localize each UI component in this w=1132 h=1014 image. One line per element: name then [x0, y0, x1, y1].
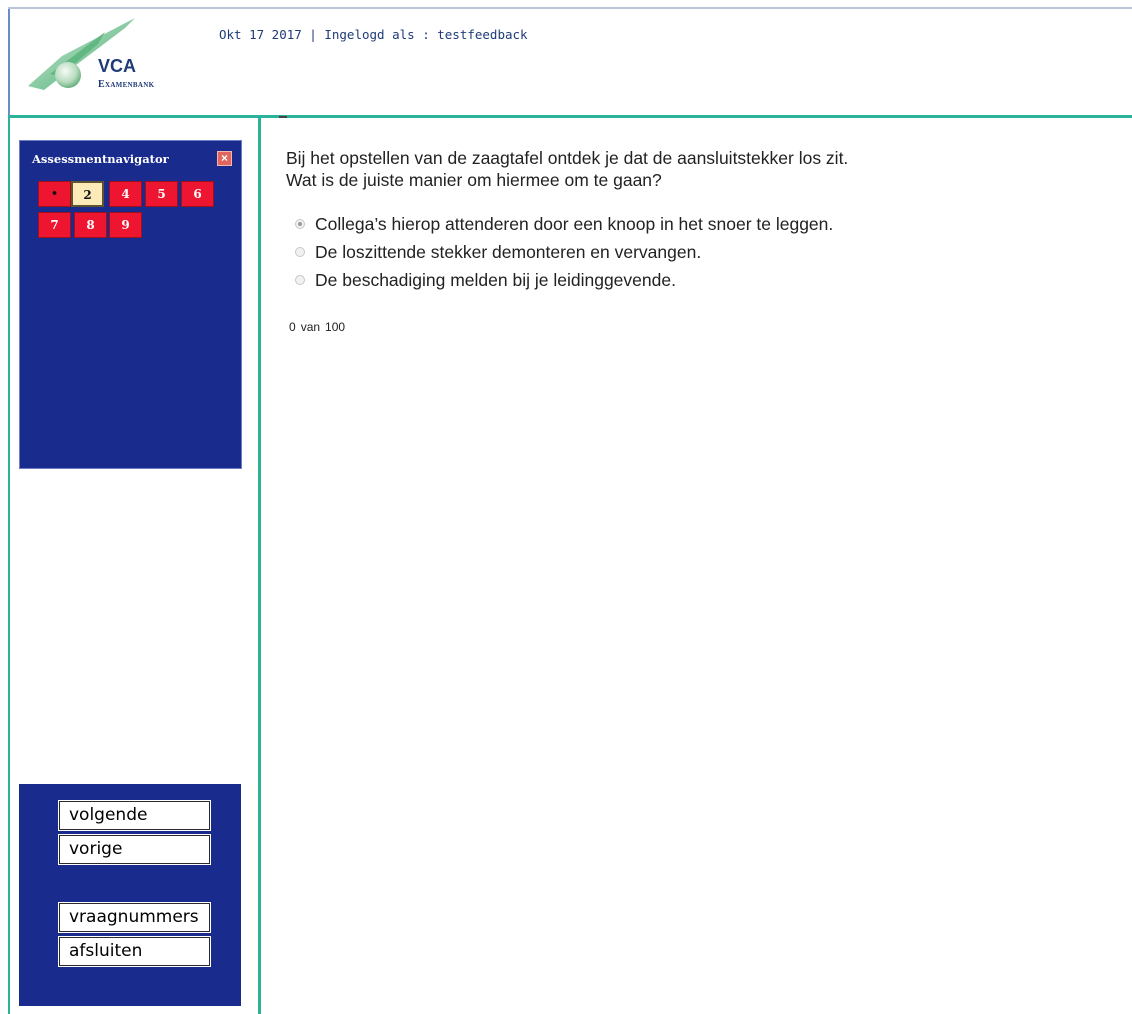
- score-text: 0 van 100: [289, 320, 345, 334]
- vca-logo: VCA Examenbank: [28, 18, 155, 90]
- radio-button[interactable]: [295, 247, 305, 257]
- answer-label: De loszittende stekker demonteren en ver…: [315, 241, 702, 262]
- answer-option-2[interactable]: De loszittende stekker demonteren en ver…: [295, 238, 833, 266]
- question-button-4[interactable]: 4: [109, 181, 142, 207]
- close-exam-button[interactable]: afsluiten: [58, 936, 211, 967]
- answer-option-1[interactable]: Collega’s hierop attenderen door een kno…: [295, 210, 833, 238]
- answer-option-3[interactable]: De beschadiging melden bij je leidinggev…: [295, 266, 833, 294]
- score-value: 0: [289, 320, 296, 334]
- question-button-6[interactable]: 6: [181, 181, 214, 207]
- question-button-1[interactable]: •: [38, 181, 71, 207]
- answer-list: Collega’s hierop attenderen door een kno…: [295, 210, 833, 294]
- radio-button[interactable]: [295, 219, 305, 229]
- close-icon[interactable]: ×: [217, 151, 232, 166]
- score-of: van: [300, 320, 321, 334]
- logo-text-examenbank: Examenbank: [98, 79, 155, 90]
- next-button[interactable]: volgende: [58, 800, 211, 831]
- previous-button[interactable]: vorige: [58, 834, 211, 865]
- question-button-5[interactable]: 5: [145, 181, 178, 207]
- logo-text-vca: VCA: [98, 56, 136, 76]
- question-numbers-button[interactable]: vraagnummers: [58, 902, 211, 933]
- radio-button[interactable]: [295, 275, 305, 285]
- question-text: Bij het opstellen van de zaagtafel ontde…: [286, 147, 1106, 191]
- answer-label: Collega’s hierop attenderen door een kno…: [315, 213, 834, 234]
- question-button-2[interactable]: 2: [71, 181, 104, 207]
- divider-mark: [279, 116, 287, 118]
- navigator-title: Assessmentnavigator: [32, 152, 169, 166]
- answer-label: De beschadiging melden bij je leidinggev…: [315, 269, 676, 290]
- question-line-1: Bij het opstellen van de zaagtafel ontde…: [286, 148, 849, 168]
- question-line-2: Wat is de juiste manier om hiermee om te…: [286, 170, 662, 190]
- question-button-9[interactable]: 9: [109, 212, 142, 238]
- question-button-8[interactable]: 8: [74, 212, 107, 238]
- header-info: Okt 17 2017 | Ingelogd als : testfeedbac…: [219, 27, 528, 42]
- score-max: 100: [325, 320, 346, 334]
- question-button-7[interactable]: 7: [38, 212, 71, 238]
